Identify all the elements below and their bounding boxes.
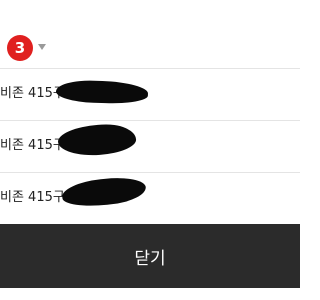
sheet-header: 3 xyxy=(0,28,300,68)
list-item[interactable]: 비존 415구역 xyxy=(0,120,300,172)
list-item[interactable]: 비존 415구역 xyxy=(0,68,300,120)
count-badge[interactable]: 3 xyxy=(7,35,33,61)
list-item[interactable]: 비존 415구역 xyxy=(0,172,300,225)
seat-selection-sheet: 3 비존 415구역 비존 415구역 비존 415구역 닫기 xyxy=(0,0,300,300)
close-button[interactable]: 닫기 xyxy=(0,224,300,288)
redaction-mark xyxy=(60,174,148,210)
seat-list: 비존 415구역 비존 415구역 비존 415구역 xyxy=(0,68,300,225)
caret-down-icon[interactable] xyxy=(38,44,46,50)
close-button-label: 닫기 xyxy=(134,248,166,269)
